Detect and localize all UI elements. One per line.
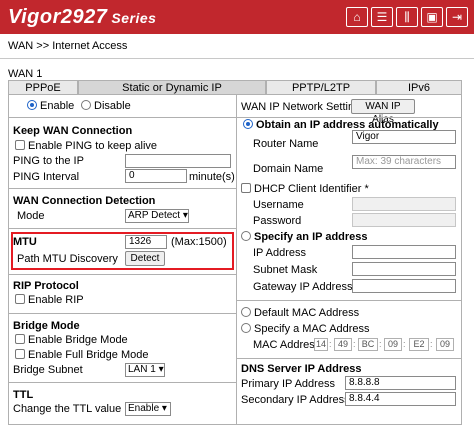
tab-pptp-l2tp[interactable]: PPTP/L2TP [266,80,376,94]
primary-dns-input[interactable]: 8.8.8.8 [345,376,456,390]
detect-button[interactable]: Detect [125,251,165,266]
mac-segment-6[interactable]: 09 [436,338,454,351]
mac-segment-4[interactable]: 09 [384,338,402,351]
gateway-label: Gateway IP Address [253,281,353,293]
brand-name: Vigor2927 [8,6,108,28]
ping-interval-unit: minute(s) [189,171,235,183]
mac-segment-1[interactable]: 14 [314,338,328,351]
mode-select[interactable]: ARP Detect ▾ [125,209,189,223]
username-label: Username [253,199,304,211]
specify-ip-radio[interactable] [241,231,251,241]
router-name-label: Router Name [253,138,319,150]
page-title: WAN 1 [8,68,43,80]
tab-pppoe[interactable]: PPPoE [8,80,78,94]
chevron-down-icon: ▾ [182,210,188,221]
right-column: WAN IP Network Settings WAN IP Alias Obt… [237,95,461,424]
secondary-dns-input[interactable]: 8.8.4.4 [345,392,456,406]
dns-title: DNS Server IP Address [241,363,362,375]
path-mtu-label: Path MTU Discovery [17,253,118,265]
default-mac-option[interactable]: Default MAC Address [241,307,359,319]
specify-mac-radio[interactable] [241,323,251,333]
header-divider [0,58,474,59]
specify-ip-option[interactable]: Specify an IP address [241,231,368,243]
mtu-input[interactable]: 1326 [125,235,167,249]
keep-wan-title: Keep WAN Connection [13,125,133,137]
bridge-subnet-label: Bridge Subnet [13,364,83,376]
enable-full-bridge-option[interactable]: Enable Full Bridge Mode [15,349,148,361]
enable-option[interactable]: Enable [27,100,74,112]
ping-ip-input[interactable] [125,154,231,168]
ttl-change-label: Change the TTL value [13,403,122,415]
router-name-input[interactable]: Vigor [352,130,456,144]
brand-logo: Vigor2927 Series [8,6,156,29]
bridge-subnet-select[interactable]: LAN 1 ▾ [125,363,165,377]
ping-interval-input[interactable]: 0 [125,169,187,183]
save-icon[interactable]: ▣ [421,7,443,27]
subnet-mask-input[interactable] [352,262,456,276]
domain-name-label: Domain Name [253,163,324,175]
brand-series: Series [111,10,157,26]
mac-segment-2[interactable]: 49 [334,338,352,351]
enable-bridge-checkbox[interactable] [15,334,25,344]
domain-name-input[interactable]: Max: 39 characters [352,155,456,169]
ip-address-label: IP Address [253,247,306,259]
enable-bridge-option[interactable]: Enable Bridge Mode [15,334,128,346]
gateway-input[interactable] [352,279,456,293]
tab-bar: PPPoE Static or Dynamic IP PPTP/L2TP IPv… [8,80,462,94]
detection-title: WAN Connection Detection [13,195,156,207]
chevron-down-icon: ▾ [161,403,167,414]
primary-dns-label: Primary IP Address [241,378,335,390]
enable-radio[interactable] [27,100,37,110]
ping-interval-label: PING Interval [13,171,80,183]
chevron-down-icon: ▾ [158,364,164,375]
top-bar: Vigor2927 Series ⌂ ☰ ⫼ ▣ ⇥ [0,0,474,34]
home-icon[interactable]: ⌂ [346,7,368,27]
default-mac-radio[interactable] [241,307,251,317]
secondary-dns-label: Secondary IP Address [241,394,350,406]
disable-option[interactable]: Disable [81,100,131,112]
enable-ping-checkbox[interactable] [15,140,25,150]
logout-icon[interactable]: ⇥ [446,7,468,27]
mtu-title: MTU [13,236,37,248]
bridge-title: Bridge Mode [13,320,80,332]
dhcp-client-id-checkbox[interactable] [241,183,251,193]
mac-segment-3[interactable]: BC [358,338,378,351]
username-input[interactable] [352,197,456,211]
subnet-mask-label: Subnet Mask [253,264,318,276]
sliders-icon[interactable]: ⫼ [396,7,418,27]
mtu-max-text: (Max:1500) [171,236,227,248]
mac-segment-5[interactable]: E2 [409,338,429,351]
ping-ip-label: PING to the IP [13,155,84,167]
enable-rip-checkbox[interactable] [15,294,25,304]
wan-ip-settings-title: WAN IP Network Settings [241,101,366,113]
dhcp-client-id-option[interactable]: DHCP Client Identifier * [241,183,369,195]
ip-address-input[interactable] [352,245,456,259]
obtain-ip-radio[interactable] [243,119,253,129]
password-label: Password [253,215,302,227]
enable-full-bridge-checkbox[interactable] [15,349,25,359]
enable-rip-option[interactable]: Enable RIP [15,294,84,306]
mac-address-label: MAC Address: [253,339,324,351]
disable-radio[interactable] [81,100,91,110]
tab-ipv6[interactable]: IPv6 [376,80,462,94]
left-column: Enable Disable Keep WAN Connection Enabl… [9,95,237,424]
list-icon[interactable]: ☰ [371,7,393,27]
tab-static-dynamic-ip[interactable]: Static or Dynamic IP [78,80,266,94]
wan-ip-alias-button[interactable]: WAN IP Alias [351,99,415,125]
rip-title: RIP Protocol [13,280,79,292]
breadcrumb: WAN >> Internet Access [8,40,128,52]
ttl-title: TTL [13,389,34,401]
enable-ping-option[interactable]: Enable PING to keep alive [15,140,157,152]
ttl-select[interactable]: Enable ▾ [125,402,171,416]
settings-panel: Enable Disable Keep WAN Connection Enabl… [8,94,462,425]
password-input[interactable] [352,213,456,227]
specify-mac-option[interactable]: Specify a MAC Address [241,323,370,335]
mode-label: Mode [17,210,45,222]
required-asterisk: * [364,183,369,195]
